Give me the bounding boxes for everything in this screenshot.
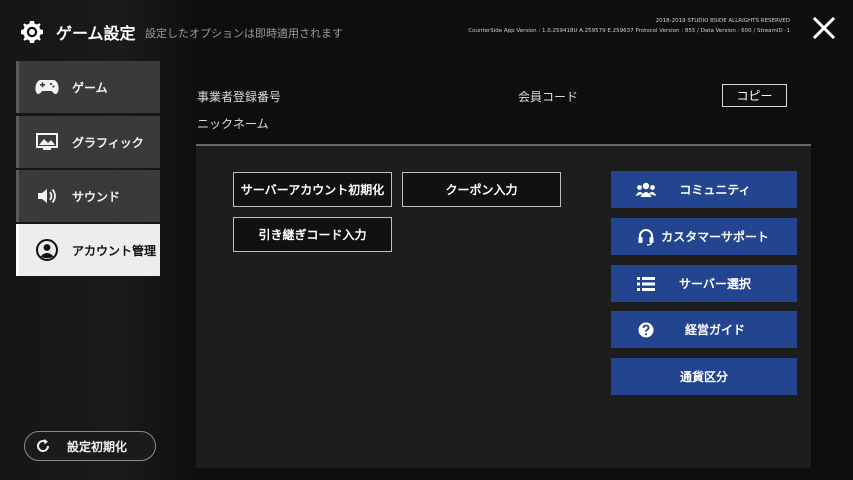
- coupon-input-button[interactable]: クーポン入力: [402, 172, 561, 207]
- page-title: ゲーム設定: [56, 24, 136, 43]
- question-icon: [635, 321, 657, 339]
- transfer-code-button[interactable]: 引き継ぎコード入力: [233, 217, 392, 252]
- business-number-label: 事業者登録番号: [197, 90, 282, 104]
- reset-settings-button[interactable]: 設定初期化: [24, 431, 156, 461]
- account-icon: [32, 238, 62, 262]
- sidebar-item-account[interactable]: アカウント管理: [16, 224, 160, 276]
- sidebar-item-label: サウンド: [72, 189, 121, 204]
- sidebar-item-graphics[interactable]: グラフィック: [16, 116, 160, 168]
- currency-label: 通貨区分: [679, 370, 728, 384]
- copyright-text: 2018-2019 STUDIO BSIDE ALLRIGHTS RESERVE…: [655, 18, 790, 24]
- copy-button[interactable]: コピー: [722, 84, 787, 107]
- sidebar-item-label: ゲーム: [72, 80, 108, 95]
- headset-icon: [635, 228, 657, 246]
- page-subtitle: 設定したオプションは即時適用されます: [145, 27, 343, 40]
- monitor-icon: [32, 130, 62, 154]
- sidebar-item-label: グラフィック: [72, 135, 144, 150]
- sidebar-item-label: アカウント管理: [72, 243, 157, 258]
- reset-settings-label: 設定初期化: [67, 439, 128, 454]
- list-icon: [635, 275, 657, 293]
- server-select-label: サーバー選択: [679, 277, 751, 291]
- gamepad-icon: [32, 75, 62, 99]
- sidebar-item-sound[interactable]: サウンド: [16, 170, 160, 222]
- community-icon: [635, 181, 657, 199]
- sidebar-item-game[interactable]: ゲーム: [16, 61, 160, 113]
- nickname-label: ニックネーム: [197, 117, 269, 131]
- refresh-icon: [37, 439, 50, 452]
- customer-support-button[interactable]: カスタマーサポート: [611, 218, 797, 255]
- community-button[interactable]: コミュニティ: [611, 171, 797, 208]
- community-label: コミュニティ: [679, 183, 751, 197]
- member-code-label: 会員コード: [518, 90, 579, 104]
- currency-button[interactable]: 通貨区分: [611, 358, 797, 395]
- version-text: CounterSide App Version : 1.0.259418U A.…: [468, 28, 790, 34]
- management-guide-button[interactable]: 経営ガイド: [611, 311, 797, 348]
- speaker-icon: [32, 184, 62, 208]
- server-account-reset-button[interactable]: サーバーアカウント初期化: [233, 172, 392, 207]
- gear-icon: [21, 21, 43, 43]
- customer-support-label: カスタマーサポート: [661, 230, 769, 244]
- server-select-button[interactable]: サーバー選択: [611, 265, 797, 302]
- close-icon[interactable]: [812, 16, 836, 40]
- management-guide-label: 経営ガイド: [684, 323, 745, 337]
